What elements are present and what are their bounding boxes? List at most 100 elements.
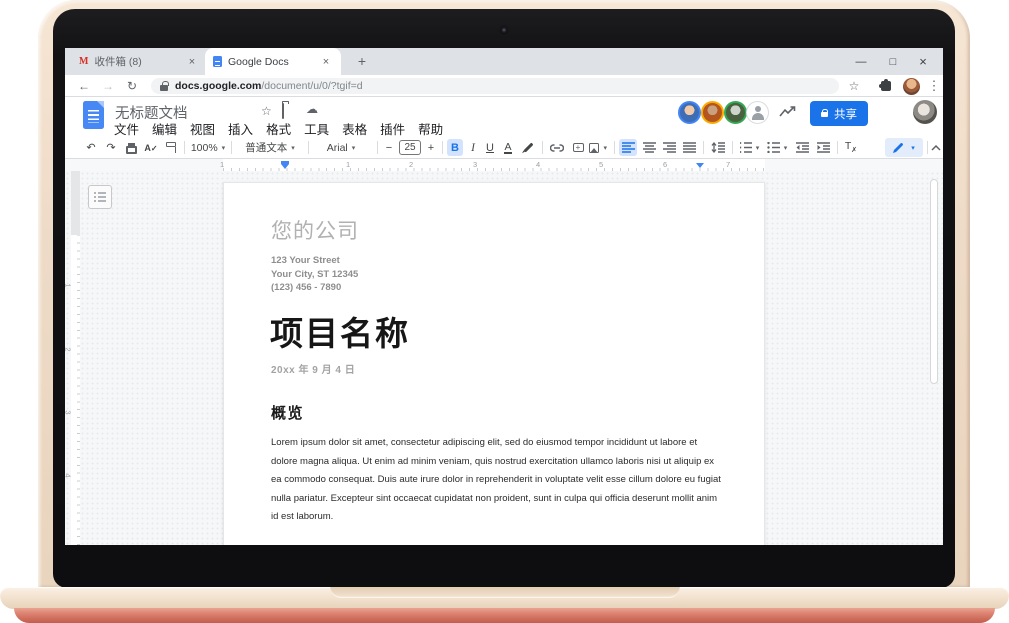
left-indent-marker[interactable]: [281, 161, 289, 169]
project-date: 20xx 年 9 月 4 日: [271, 361, 355, 376]
ruler-number: 2: [409, 160, 413, 169]
zoom-select[interactable]: 100%▾: [189, 137, 227, 158]
insert-image-icon[interactable]: ▾: [589, 137, 607, 158]
paragraph-style-select[interactable]: 普通文本▾: [237, 137, 303, 158]
docs-favicon-icon: [213, 56, 222, 67]
ruler-number: 3: [65, 410, 73, 414]
share-button[interactable]: 共享: [810, 101, 868, 126]
bold-button[interactable]: B: [447, 139, 463, 156]
insert-link-icon[interactable]: [547, 137, 567, 158]
paint-format-icon[interactable]: [163, 137, 179, 158]
browser-menu-dots-icon[interactable]: ⋮: [925, 77, 943, 95]
address-line: (123) 456 - 7890: [271, 281, 358, 295]
window-close-button[interactable]: ×: [910, 48, 936, 75]
menu-addons[interactable]: 插件: [380, 119, 405, 138]
font-select[interactable]: Arial▾: [315, 137, 367, 158]
section-heading: 概览: [271, 402, 304, 423]
bookmark-star-icon[interactable]: ☆: [845, 77, 863, 95]
browser-addressbar: ← → ↻ docs.google.com/document/u/0/?tgif…: [65, 75, 943, 97]
right-indent-marker[interactable]: [696, 163, 704, 168]
tab-close-icon[interactable]: ×: [185, 56, 199, 68]
address-line: 123 Your Street: [271, 254, 358, 268]
undo-icon[interactable]: ↶: [83, 137, 99, 158]
menu-help[interactable]: 帮助: [418, 119, 443, 138]
collapse-toolbar-icon[interactable]: [929, 137, 943, 158]
decrease-indent-icon[interactable]: [793, 137, 811, 158]
star-document-icon[interactable]: ☆: [261, 104, 272, 118]
menu-edit[interactable]: 编辑: [152, 119, 177, 138]
move-folder-icon[interactable]: [282, 104, 284, 118]
print-icon[interactable]: [123, 137, 139, 158]
docs-menubar: 文件 编辑 视图 插入 格式 工具 表格 插件 帮助: [114, 119, 443, 138]
font-size-increase-button[interactable]: +: [424, 137, 438, 158]
ruler-number: 1: [65, 283, 73, 287]
redo-icon[interactable]: ↷: [103, 137, 119, 158]
extensions-puzzle-icon[interactable]: [877, 77, 895, 95]
activity-trend-icon[interactable]: [779, 106, 797, 118]
menu-file[interactable]: 文件: [114, 119, 139, 138]
user-avatar[interactable]: [913, 100, 937, 124]
cloud-status-icon[interactable]: ☁: [306, 102, 318, 116]
increase-indent-icon[interactable]: [814, 137, 832, 158]
tab-label: Google Docs: [228, 56, 319, 68]
vertical-ruler[interactable]: [71, 171, 80, 545]
company-address: 123 Your Street Your City, ST 12345 (123…: [271, 254, 358, 295]
company-name-placeholder: 您的公司: [271, 215, 359, 245]
menu-table[interactable]: 表格: [342, 119, 367, 138]
ruler-number: 3: [473, 160, 477, 169]
vertical-scrollbar[interactable]: [930, 179, 938, 384]
ruler-number: 2: [65, 347, 73, 351]
ruler-number: 6: [663, 160, 667, 169]
numbered-list-icon[interactable]: ▾: [737, 137, 761, 158]
collaborator-avatar[interactable]: [724, 101, 747, 124]
horizontal-ruler[interactable]: 1 1 2 3 4 5 6 7: [65, 159, 943, 171]
window-maximize-button[interactable]: □: [880, 48, 906, 75]
back-icon[interactable]: ←: [75, 77, 93, 95]
underline-button[interactable]: U: [483, 137, 497, 158]
docs-header: 无标题文档 ☆ ☁ 文件 编辑 视图 插入 格式 工具 表格 插件 帮助: [65, 97, 943, 137]
chevron-down-icon: ▾: [291, 144, 295, 152]
spellcheck-icon[interactable]: A✓: [143, 137, 159, 158]
chevron-down-icon: ▾: [352, 144, 356, 152]
menu-tools[interactable]: 工具: [304, 119, 329, 138]
editing-mode-button[interactable]: ▾: [885, 138, 923, 157]
justify-button[interactable]: [680, 137, 698, 158]
italic-button[interactable]: I: [466, 137, 480, 158]
text-color-button[interactable]: A: [500, 137, 516, 158]
align-right-button[interactable]: [660, 137, 678, 158]
menu-insert[interactable]: 插入: [228, 119, 253, 138]
forward-icon[interactable]: →: [99, 77, 117, 95]
webcam-icon: [501, 27, 507, 33]
menu-view[interactable]: 视图: [190, 119, 215, 138]
menu-format[interactable]: 格式: [266, 119, 291, 138]
chrome-profile-avatar[interactable]: [903, 78, 920, 95]
docs-app-icon[interactable]: [83, 101, 104, 129]
highlight-color-icon[interactable]: [520, 137, 536, 158]
line-spacing-icon[interactable]: [708, 137, 728, 158]
font-size-value[interactable]: 25: [399, 137, 421, 158]
align-left-button[interactable]: [619, 139, 637, 156]
secure-lock-icon: [160, 85, 168, 91]
url-input[interactable]: docs.google.com/document/u/0/?tgif=d: [151, 78, 839, 94]
show-outline-button[interactable]: [88, 185, 112, 209]
font-size-decrease-button[interactable]: −: [382, 137, 396, 158]
address-line: Your City, ST 12345: [271, 268, 358, 282]
document-page[interactable]: 您的公司 123 Your Street Your City, ST 12345…: [223, 182, 765, 545]
align-center-button[interactable]: [640, 137, 658, 158]
new-tab-button[interactable]: +: [353, 53, 371, 71]
window-minimize-button[interactable]: —: [848, 48, 874, 75]
bulleted-list-icon[interactable]: ▾: [765, 137, 789, 158]
anonymous-viewers-button[interactable]: [746, 101, 769, 124]
chevron-down-icon: ▾: [603, 144, 607, 152]
ruler-number: 4: [536, 160, 540, 169]
tab-label: 收件箱 (8): [94, 54, 185, 69]
collaborator-avatar[interactable]: [678, 101, 701, 124]
ruler-number: 5: [599, 160, 603, 169]
add-comment-icon[interactable]: +: [569, 137, 587, 158]
collaborator-avatar[interactable]: [701, 101, 724, 124]
clear-formatting-icon[interactable]: T✗: [842, 137, 860, 158]
tab-google-docs[interactable]: Google Docs ×: [205, 48, 341, 75]
tab-gmail[interactable]: M 收件箱 (8) ×: [73, 48, 205, 75]
tab-close-icon[interactable]: ×: [319, 56, 333, 68]
reload-icon[interactable]: ↻: [123, 77, 141, 95]
